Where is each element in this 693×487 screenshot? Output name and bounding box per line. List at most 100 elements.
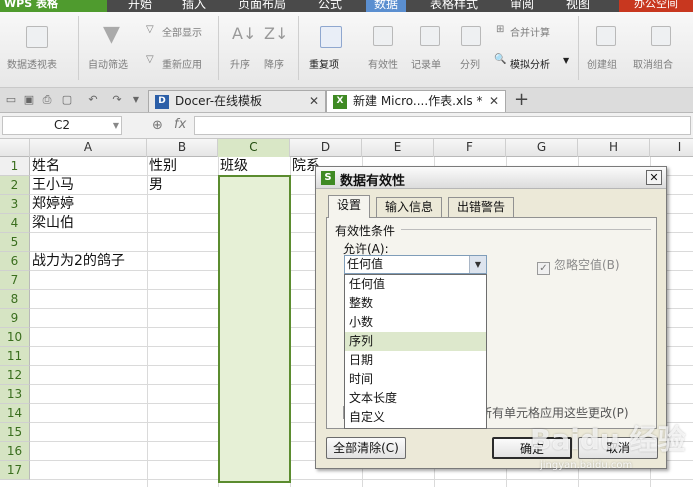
column-header-b[interactable]: B [147,139,218,157]
option-date[interactable]: 日期 [345,351,486,370]
column-header-g[interactable]: G [506,139,578,157]
menu-bar: WPS 表格 开始 插入 页面布局 公式 数据 表格样式 审阅 视图 办公空间 [0,0,693,12]
menu-office-space[interactable]: 办公空间 [619,0,693,12]
tab-docer-templates[interactable]: D Docer-在线模板 ✕ [148,90,326,112]
row-header[interactable]: 15 [0,423,30,442]
tab-worksheet[interactable]: X 新建 Micro....作表.xls * ✕ [326,90,506,112]
ignore-blank-checkbox[interactable]: ✓ 忽略空值(B) [537,256,620,275]
column-header-i[interactable]: I [650,139,693,157]
option-whole-number[interactable]: 整数 [345,294,486,313]
cell-a3[interactable]: 郑婷婷 [30,195,74,214]
cell-c1[interactable]: 班级 [218,157,248,176]
row-header[interactable]: 5 [0,233,30,252]
chevron-down-icon[interactable]: ▼ [469,256,486,273]
allow-select[interactable]: 任何值 ▼ [344,255,487,274]
tab-input-message[interactable]: 输入信息 [376,197,442,217]
print-preview-icon[interactable]: ▢ [61,94,73,106]
menu-page-layout[interactable]: 页面布局 [238,0,286,12]
cell-a6[interactable]: 战力为2的鸽子 [30,252,125,271]
menu-review[interactable]: 审阅 [510,0,534,12]
tab-label: 新建 Micro....作表.xls * [353,94,483,108]
option-decimal[interactable]: 小数 [345,313,486,332]
cell-a4[interactable]: 梁山伯 [30,214,74,233]
column-header-c[interactable]: C [218,139,290,157]
column-header-e[interactable]: E [362,139,434,157]
open-icon[interactable]: ▭ [5,94,17,106]
cell-a2[interactable]: 王小马 [30,176,74,195]
tab-settings[interactable]: 设置 [328,195,370,218]
selected-range-c2-c17[interactable] [218,175,291,483]
menu-start[interactable]: 开始 [128,0,152,12]
settings-panel: 有效性条件 允许(A): 任何值 ▼ 任何值 整数 小数 序列 日期 时间 文本… [326,217,657,429]
row-header[interactable]: 12 [0,366,30,385]
menu-table-style[interactable]: 表格样式 [430,0,478,12]
option-text-length[interactable]: 文本长度 [345,389,486,408]
menu-formulas[interactable]: 公式 [318,0,342,12]
tab-error-alert[interactable]: 出错警告 [448,197,514,217]
row-header[interactable]: 16 [0,442,30,461]
row-header[interactable]: 2 [0,176,30,195]
ribbon: 数据透视表 ▼ 自动筛选 ▽ 全部显示 ▽ 重新应用 A↓ 升序 Z↓ 降序 重… [0,12,693,88]
validity-label: 有效性 [368,60,398,71]
print-icon[interactable]: ⎙ [41,94,53,106]
row-header[interactable]: 11 [0,347,30,366]
close-icon[interactable]: ✕ [489,91,499,112]
column-header-d[interactable]: D [290,139,362,157]
simulate-analysis-label: 模拟分析 [510,60,550,71]
show-all-icon: ▽ [146,24,154,35]
row-header[interactable]: 3 [0,195,30,214]
tab-label: Docer-在线模板 [175,94,263,108]
reapply-icon: ▽ [146,54,154,65]
sort-descending-icon: Z↓ [264,24,289,43]
name-box[interactable]: C2 ▼ [2,116,122,135]
row-header[interactable]: 1 [0,157,30,176]
menu-insert[interactable]: 插入 [182,0,206,12]
option-custom[interactable]: 自定义 [345,408,486,427]
menu-data[interactable]: 数据 [366,0,407,12]
sort-ascending-label: 升序 [230,60,250,71]
row-header[interactable]: 4 [0,214,30,233]
fx-icon[interactable]: fx [174,117,186,132]
record-form-icon [420,26,440,46]
app-menu-button[interactable]: WPS 表格 [0,0,107,12]
data-validation-dialog: S 数据有效性 ✕ 设置 输入信息 出错警告 有效性条件 允许(A): 任何值 … [315,166,667,469]
undo-icon[interactable]: ↶ [87,94,99,106]
row-header[interactable]: 10 [0,328,30,347]
formula-input[interactable] [194,116,691,135]
redo-icon[interactable]: ↷ [111,94,123,106]
cell-b1[interactable]: 性别 [147,157,177,176]
row-header[interactable]: 9 [0,309,30,328]
option-time[interactable]: 时间 [345,370,486,389]
duplicates-icon [320,26,342,48]
close-button[interactable]: ✕ [646,170,662,185]
row-header[interactable]: 17 [0,461,30,480]
cancel-button[interactable]: 取消 [578,437,658,459]
row-header[interactable]: 7 [0,271,30,290]
column-header-h[interactable]: H [578,139,650,157]
formula-bar: C2 ▼ ⊕ fx [0,113,693,139]
row-header[interactable]: 14 [0,404,30,423]
option-list[interactable]: 序列 [345,332,486,351]
row-header[interactable]: 13 [0,385,30,404]
chevron-down-icon[interactable]: ▼ [113,117,119,134]
checkmark-icon: ✓ [537,262,550,275]
dialog-title-bar[interactable]: S 数据有效性 ✕ [316,167,666,189]
column-header-a[interactable]: A [30,139,147,157]
clear-all-button[interactable]: 全部清除(C) [326,437,406,459]
close-icon[interactable]: ✕ [309,91,319,112]
cell-a1[interactable]: 姓名 [30,157,60,176]
ok-button[interactable]: 确定 [492,437,572,459]
duplicates-label: 重复项 [309,60,339,71]
column-header-f[interactable]: F [434,139,506,157]
select-all-corner[interactable] [0,139,30,157]
save-icon[interactable]: ▣ [23,94,35,106]
chevron-down-icon[interactable]: ▼ [130,94,142,106]
show-all-label: 全部显示 [162,28,202,39]
cell-b2[interactable]: 男 [147,176,163,195]
option-any-value[interactable]: 任何值 [345,275,486,294]
row-header[interactable]: 8 [0,290,30,309]
menu-view[interactable]: 视图 [566,0,590,12]
zoom-icon[interactable]: ⊕ [152,118,163,133]
new-tab-button[interactable]: + [514,90,529,110]
row-header[interactable]: 6 [0,252,30,271]
